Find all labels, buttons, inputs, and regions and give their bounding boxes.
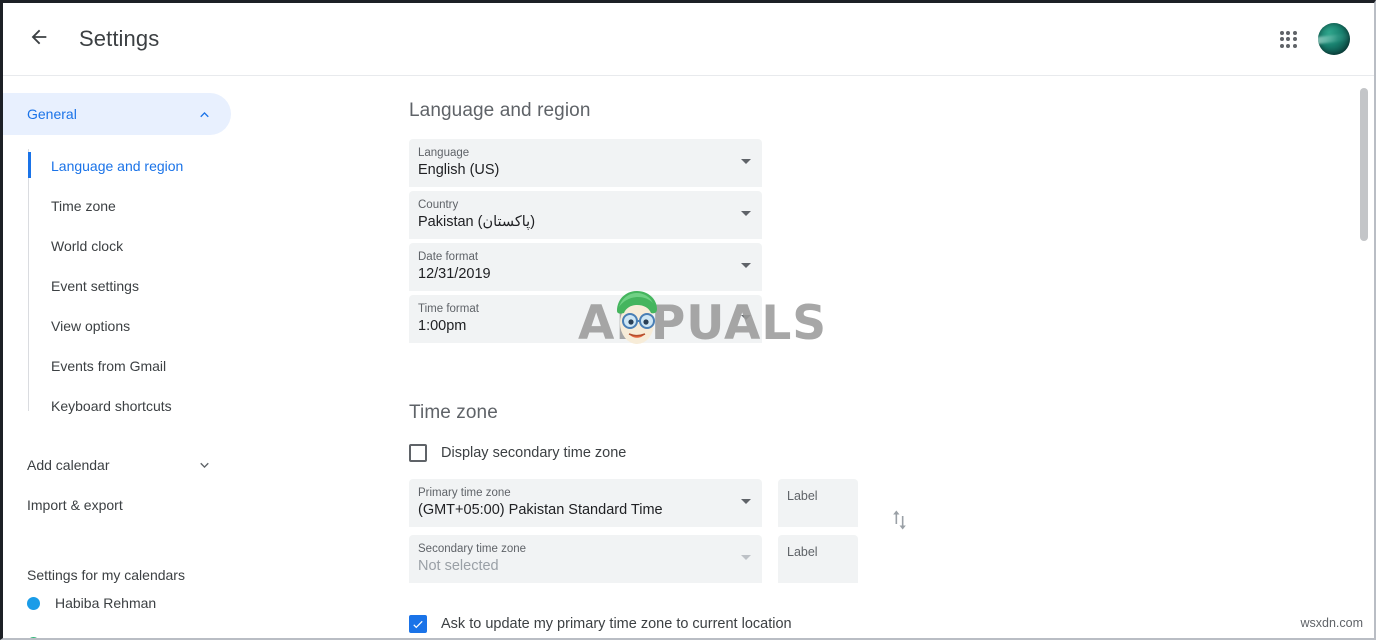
page-title: Settings [79,26,160,51]
sidebar-item-events-from-gmail[interactable]: Events from Gmail [29,346,293,386]
checkbox-label: Display secondary time zone [441,445,627,461]
chevron-down-icon [741,263,751,268]
field-value: Pakistan (پاکستان) [418,214,536,230]
field-value: English (US) [418,162,500,178]
timezone-section: Time zone Display secondary time zone Pr… [409,402,1356,633]
sidebar-item-label: Events from Gmail [51,358,167,374]
calendar-item-habiba-rehman[interactable]: Habiba Rehman [3,583,293,623]
field-label: Primary time zone [418,487,511,499]
sidebar-item-event-settings[interactable]: Event settings [29,266,293,306]
field-value: 12/31/2019 [418,266,491,282]
sidebar-item-view-options[interactable]: View options [29,306,293,346]
primary-timezone-label-input[interactable]: Label [778,479,858,527]
sidebar-item-label: Time zone [51,198,116,214]
sidebar-item-label: View options [51,318,131,334]
primary-timezone-row: Primary time zone (GMT+05:00) Pakistan S… [409,479,858,531]
app-header: Settings [3,3,1374,76]
sidebar: General Language and region Time zone Wo… [3,76,293,638]
chevron-down-icon [741,499,751,504]
field-label: Language [418,147,470,159]
timezone-heading: Time zone [409,402,498,423]
chevron-down-icon [741,159,751,164]
field-value: 1:00pm [418,318,467,334]
sidebar-item-keyboard-shortcuts[interactable]: Keyboard shortcuts [29,386,293,426]
apps-grid-dots [1279,30,1297,48]
label-placeholder: Label [787,545,818,559]
swap-vertical-icon [890,507,909,538]
sidebar-group-label: General [27,106,77,122]
checkbox-label: Ask to update my primary time zone to cu… [441,616,792,632]
field-label: Country [418,199,459,211]
field-label: Date format [418,251,479,263]
chevron-down-icon [741,315,751,320]
sidebar-item-time-zone[interactable]: Time zone [29,186,293,226]
avatar[interactable] [1318,23,1350,55]
ask-update-timezone-row[interactable]: Ask to update my primary time zone to cu… [409,615,1356,633]
calendar-color-dot [27,636,40,638]
scrollbar-thumb[interactable] [1360,88,1368,241]
language-select[interactable]: Language English (US) [409,139,762,187]
field-label: Time format [418,303,479,315]
calendar-item-birthdays[interactable]: Birthdays [3,623,293,638]
back-button[interactable] [19,19,59,59]
chevron-up-icon [196,106,213,123]
date-format-select[interactable]: Date format 12/31/2019 [409,243,762,291]
country-select[interactable]: Country Pakistan (پاکستان) [409,191,762,239]
vertical-scrollbar[interactable] [1357,76,1372,638]
secondary-timezone-label-input[interactable]: Label [778,535,858,583]
primary-timezone-select[interactable]: Primary time zone (GMT+05:00) Pakistan S… [409,479,762,527]
chevron-down-icon [196,457,213,474]
sidebar-item-label: World clock [51,238,124,254]
calendar-color-dot [27,596,40,610]
sidebar-item-label: Keyboard shortcuts [51,398,172,414]
apps-grid-icon[interactable] [1268,19,1308,59]
sidebar-item-label: Add calendar [27,457,110,473]
secondary-timezone-select[interactable]: Secondary time zone Not selected [409,535,762,583]
settings-window: Settings General Language and region Tim… [0,0,1376,640]
language-region-heading: Language and region [409,100,591,121]
sidebar-group-general[interactable]: General [3,93,231,135]
sidebar-item-language-and-region[interactable]: Language and region [28,146,293,186]
chevron-down-icon [741,555,751,560]
sidebar-item-label: Import & export [27,497,123,513]
header-actions [1268,19,1374,59]
my-calendars-heading: Settings for my calendars [27,567,185,583]
language-region-fields: Language English (US) Country Pakistan (… [409,139,1356,343]
timezone-columns: Primary time zone (GMT+05:00) Pakistan S… [409,479,858,591]
display-secondary-timezone-row[interactable]: Display secondary time zone [409,444,1356,462]
field-value: (GMT+05:00) Pakistan Standard Time [418,502,663,518]
time-format-select[interactable]: Time format 1:00pm [409,295,762,343]
display-secondary-timezone-checkbox[interactable] [409,444,427,462]
field-label: Secondary time zone [418,543,527,555]
calendar-name: Birthdays [55,635,113,638]
secondary-timezone-row: Secondary time zone Not selected Label [409,535,858,587]
sidebar-item-label: Event settings [51,278,139,294]
arrow-left-icon [28,26,50,53]
sidebar-item-label: Language and region [51,158,184,174]
sidebar-item-world-clock[interactable]: World clock [29,226,293,266]
ask-update-timezone-checkbox[interactable] [409,615,427,633]
sidebar-item-add-calendar[interactable]: Add calendar [3,445,231,485]
settings-content: Language and region Language English (US… [293,76,1356,638]
sidebar-sub-nav: Language and region Time zone World cloc… [3,146,293,426]
timezone-fields: Primary time zone (GMT+05:00) Pakistan S… [409,479,1356,591]
chevron-down-icon [741,211,751,216]
field-value: Not selected [418,558,499,574]
calendar-name: Habiba Rehman [55,595,157,611]
swap-timezones-button[interactable] [886,505,912,539]
sidebar-item-import-export[interactable]: Import & export [3,485,231,525]
label-placeholder: Label [787,489,818,503]
